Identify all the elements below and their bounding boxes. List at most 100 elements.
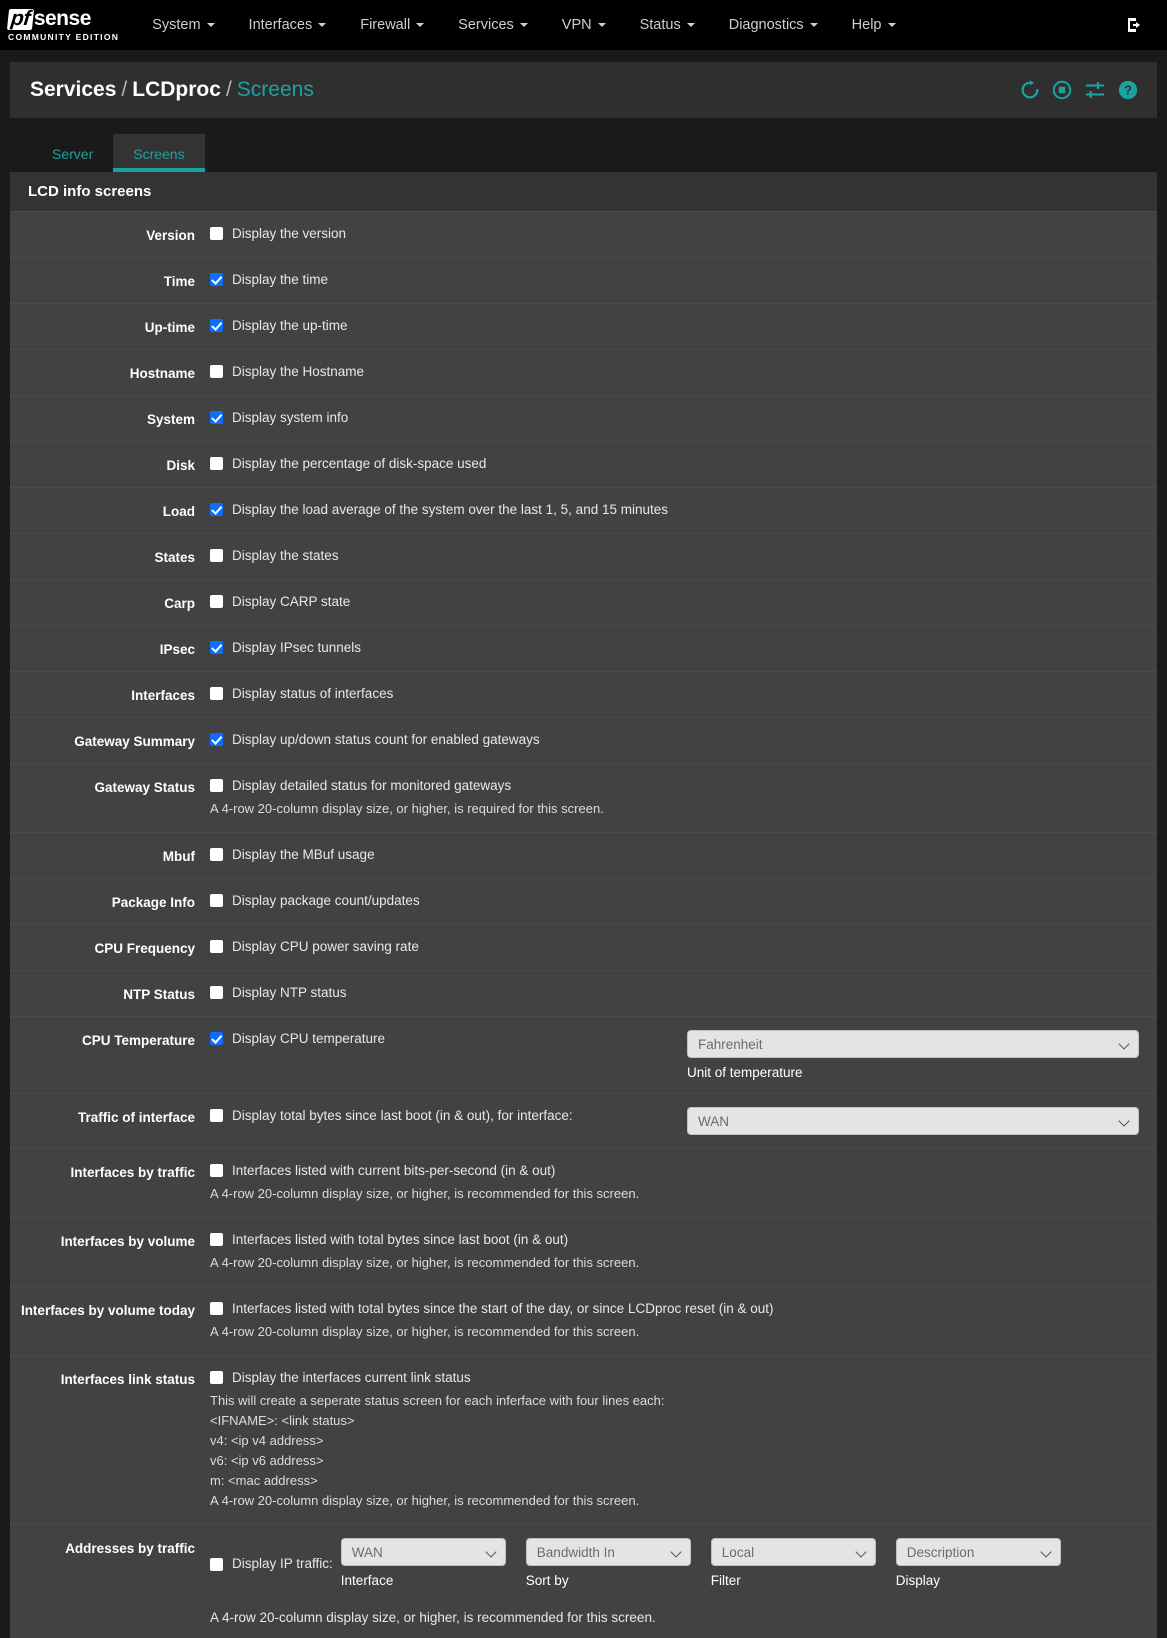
- row-label: IPsec: [159, 642, 195, 657]
- traffic-interface-select[interactable]: WAN: [687, 1107, 1139, 1135]
- checkbox-label: Display the interfaces current link stat…: [232, 1370, 471, 1385]
- row-label: Mbuf: [162, 849, 195, 864]
- pfsense-logo[interactable]: pf sense COMMUNITY EDITION: [0, 0, 135, 50]
- checkbox-traffic-of-interface[interactable]: [210, 1109, 223, 1122]
- help-icon[interactable]: ?: [1117, 79, 1139, 101]
- row-label: Up-time: [144, 320, 195, 335]
- display-caption: Display: [895, 1573, 941, 1588]
- checkbox-hostname[interactable]: [210, 365, 223, 378]
- temperature-unit-select-wrap: Fahrenheit: [687, 1030, 1139, 1058]
- checkbox-ipsec[interactable]: [210, 641, 223, 654]
- checkbox-interfaces-by-volume-today[interactable]: [210, 1302, 223, 1315]
- tab-server[interactable]: Server: [32, 134, 113, 172]
- temperature-unit-select[interactable]: Fahrenheit: [687, 1030, 1139, 1058]
- checkbox-version[interactable]: [210, 227, 223, 240]
- addresses-display-select[interactable]: Description: [895, 1538, 1061, 1566]
- stop-icon[interactable]: [1051, 79, 1073, 101]
- checkbox-interfaces-by-volume[interactable]: [210, 1233, 223, 1246]
- checkbox-load[interactable]: [210, 503, 223, 516]
- row-label: NTP Status: [123, 987, 195, 1002]
- nav-item-interfaces[interactable]: Interfaces: [232, 0, 344, 50]
- temperature-unit-caption: Unit of temperature: [687, 1065, 803, 1080]
- checkbox-label: Interfaces listed with total bytes since…: [232, 1232, 569, 1247]
- sliders-icon[interactable]: [1083, 79, 1107, 101]
- filter-select-group: Local Filter: [710, 1538, 876, 1588]
- nav-item-help[interactable]: Help: [835, 0, 913, 50]
- nav-label: System: [152, 17, 201, 33]
- breadcrumb-section[interactable]: LCDproc: [132, 78, 221, 101]
- checkbox-cpu-frequency[interactable]: [210, 940, 223, 953]
- tab-screens[interactable]: Screens: [113, 134, 205, 172]
- row-label: Hostname: [129, 366, 195, 381]
- nav-item-vpn[interactable]: VPN: [545, 0, 623, 50]
- row-label: Traffic of interface: [77, 1110, 195, 1125]
- nav-item-diagnostics[interactable]: Diagnostics: [712, 0, 835, 50]
- table-row: Mbuf Display the MBuf usage: [10, 833, 1157, 879]
- nav-item-services[interactable]: Services: [441, 0, 545, 50]
- table-row: Carp Display CARP state: [10, 580, 1157, 626]
- nav-item-status[interactable]: Status: [623, 0, 712, 50]
- checkbox-gateway-status[interactable]: [210, 779, 223, 792]
- help-line-1: This will create a seperate status scree…: [210, 1393, 665, 1408]
- row-label: Disk: [166, 458, 195, 473]
- chevron-down-icon: [809, 23, 818, 27]
- row-help-text: A 4-row 20-column display size, or highe…: [210, 1324, 640, 1339]
- checkbox-addresses-by-traffic[interactable]: [210, 1557, 223, 1571]
- checkbox-label: Display status of interfaces: [232, 686, 394, 701]
- addresses-filter-select[interactable]: Local: [710, 1538, 876, 1566]
- row-label: Addresses by traffic: [65, 1541, 195, 1556]
- brand-sense: sense: [33, 7, 92, 30]
- checkbox-ntp-status[interactable]: [210, 986, 223, 999]
- checkbox-disk[interactable]: [210, 457, 223, 470]
- restart-icon[interactable]: [1019, 79, 1041, 101]
- breadcrumb-root[interactable]: Services: [30, 78, 116, 101]
- display-select-group: Description Display: [895, 1538, 1061, 1588]
- row-label: States: [154, 550, 195, 565]
- sortby-caption: Sort by: [525, 1573, 569, 1588]
- addresses-sortby-select[interactable]: Bandwidth In: [525, 1538, 691, 1566]
- row-label: Gateway Status: [94, 780, 195, 795]
- table-row: Package Info Display package count/updat…: [10, 879, 1157, 925]
- checkbox-gateway-summary[interactable]: [210, 733, 223, 746]
- checkbox-mbuf[interactable]: [210, 848, 223, 861]
- table-row: System Display system info: [10, 396, 1157, 442]
- table-row: Disk Display the percentage of disk-spac…: [10, 442, 1157, 488]
- table-row: States Display the states: [10, 534, 1157, 580]
- nav-label: VPN: [561, 17, 592, 33]
- breadcrumb: Services / LCDproc / Screens: [30, 78, 314, 102]
- row-label: Interfaces by traffic: [70, 1165, 195, 1180]
- checkbox-time[interactable]: [210, 273, 223, 286]
- nav-item-firewall[interactable]: Firewall: [343, 0, 441, 50]
- table-row: Time Display the time: [10, 258, 1157, 304]
- row-help-text: A 4-row 20-column display size, or highe…: [210, 1255, 640, 1270]
- checkbox-states[interactable]: [210, 549, 223, 562]
- checkbox-cpu-temperature[interactable]: [210, 1032, 223, 1045]
- checkbox-interfaces[interactable]: [210, 687, 223, 700]
- row-label: CPU Frequency: [94, 941, 195, 956]
- breadcrumb-separator: /: [225, 78, 232, 101]
- checkbox-system[interactable]: [210, 411, 223, 424]
- checkbox-label: Display CPU power saving rate: [232, 939, 419, 954]
- nav-label: Firewall: [360, 17, 411, 33]
- table-row: NTP Status Display NTP status: [10, 971, 1157, 1017]
- sortby-select-group: Bandwidth In Sort by: [525, 1538, 691, 1588]
- checkbox-package-info[interactable]: [210, 894, 223, 907]
- checkbox-label: Display the version: [232, 226, 347, 241]
- row-help-text: A 4-row 20-column display size, or highe…: [210, 1186, 640, 1201]
- filter-caption: Filter: [710, 1573, 741, 1588]
- panel-title: LCD info screens: [10, 172, 1157, 212]
- logout-icon[interactable]: [1125, 15, 1153, 35]
- row-label: Version: [146, 228, 195, 243]
- checkbox-interfaces-link-status[interactable]: [210, 1371, 223, 1384]
- checkbox-label: Display the Hostname: [232, 364, 365, 379]
- lcd-info-screens-panel: LCD info screens Version Display the ver…: [10, 172, 1157, 1638]
- checkbox-uptime[interactable]: [210, 319, 223, 332]
- table-row: Hostname Display the Hostname: [10, 350, 1157, 396]
- addresses-interface-select[interactable]: WAN: [340, 1538, 506, 1566]
- nav-label: Help: [851, 17, 882, 33]
- checkbox-interfaces-by-traffic[interactable]: [210, 1164, 223, 1177]
- brand-subtitle: COMMUNITY EDITION: [8, 31, 120, 42]
- nav-item-system[interactable]: System: [135, 0, 231, 50]
- checkbox-carp[interactable]: [210, 595, 223, 608]
- interface-caption: Interface: [340, 1573, 394, 1588]
